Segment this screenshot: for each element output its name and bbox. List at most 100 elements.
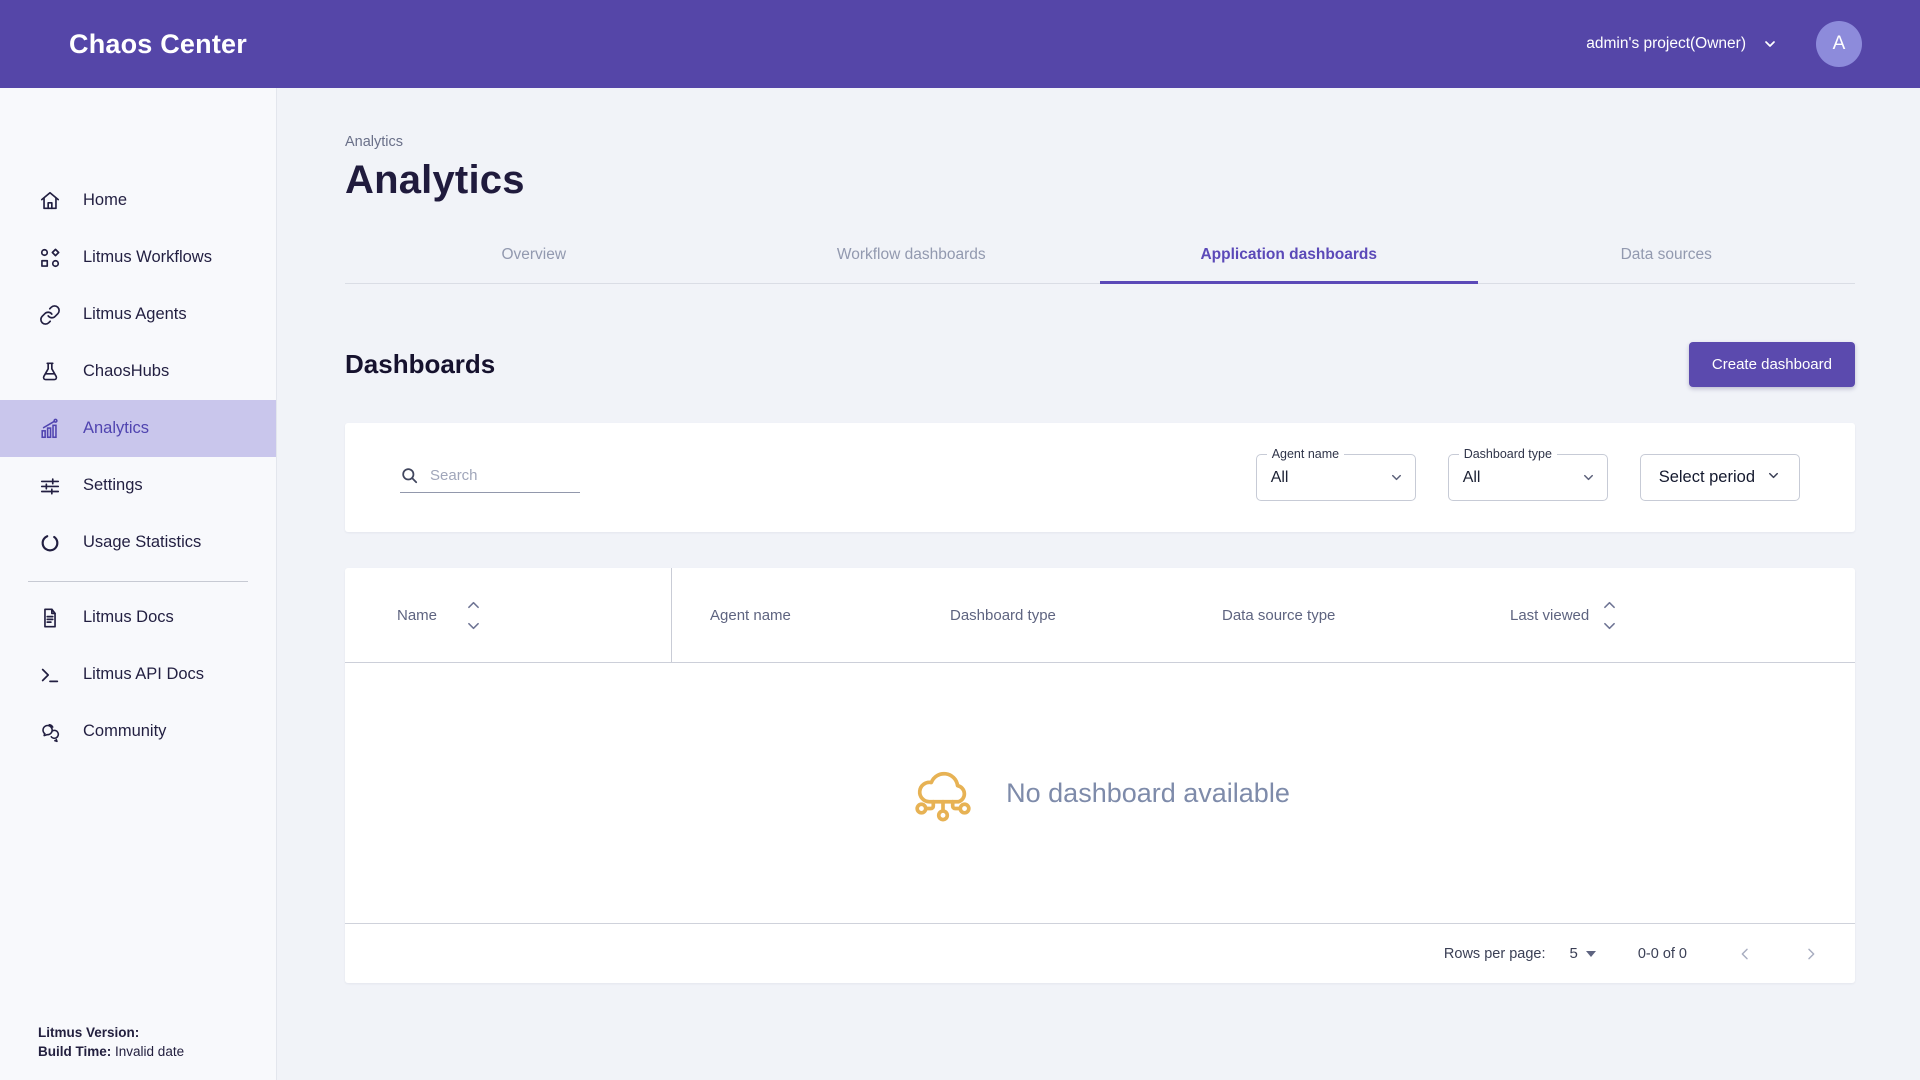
sort-descending-icon[interactable] xyxy=(1603,622,1616,630)
sliders-icon xyxy=(38,474,62,498)
column-label: Dashboard type xyxy=(950,607,1056,624)
sidebar-item-usage-statistics[interactable]: Usage Statistics xyxy=(0,514,276,571)
sort-ascending-icon[interactable] xyxy=(467,601,480,609)
search-icon xyxy=(400,466,419,490)
sort-descending-icon[interactable] xyxy=(467,622,480,630)
rows-per-page-select[interactable]: 5 xyxy=(1569,945,1595,962)
sidebar-item-label: Community xyxy=(83,722,166,741)
sidebar-item-label: Analytics xyxy=(83,419,149,438)
create-dashboard-button[interactable]: Create dashboard xyxy=(1689,342,1855,387)
build-time-label: Build Time: xyxy=(38,1044,111,1059)
analytics-chart-icon xyxy=(38,417,62,441)
sidebar-item-analytics[interactable]: Analytics xyxy=(0,400,276,457)
document-icon xyxy=(38,606,62,630)
tab-application-dashboards[interactable]: Application dashboards xyxy=(1100,229,1478,283)
version-info: Litmus Version: Build Time: Invalid date xyxy=(38,1023,184,1062)
main-content: Analytics Analytics Overview Workflow da… xyxy=(277,88,1920,1080)
page-title: Analytics xyxy=(345,158,1855,203)
agent-name-select-label: Agent name xyxy=(1267,447,1344,461)
next-page-button[interactable] xyxy=(1797,940,1825,968)
agent-name-select[interactable]: Agent name All xyxy=(1256,454,1416,501)
previous-page-button[interactable] xyxy=(1731,940,1759,968)
app-title: Chaos Center xyxy=(69,29,247,60)
sidebar-item-label: Litmus Agents xyxy=(83,305,187,324)
chevron-left-icon xyxy=(1737,946,1753,962)
rows-per-page-value: 5 xyxy=(1569,945,1577,962)
select-period-label: Select period xyxy=(1659,468,1755,487)
empty-state: No dashboard available xyxy=(345,663,1855,923)
chevron-right-icon xyxy=(1803,946,1819,962)
sort-control xyxy=(1603,601,1616,630)
sidebar-nav: Home Litmus Workflows Litmus Agents Chao… xyxy=(0,88,276,760)
caret-down-icon xyxy=(1586,951,1596,957)
avatar-initial: A xyxy=(1833,33,1846,55)
project-selector[interactable]: admin's project(Owner) xyxy=(1586,35,1778,53)
sidebar-item-community[interactable]: Community xyxy=(0,703,276,760)
pagination-range: 0-0 of 0 xyxy=(1638,946,1687,962)
dashboard-type-select[interactable]: Dashboard type All xyxy=(1448,454,1608,501)
section-header: Dashboards Create dashboard xyxy=(345,342,1855,387)
dashboard-type-select-value: All xyxy=(1463,469,1481,487)
build-time-value: Invalid date xyxy=(115,1044,184,1059)
sidebar-item-home[interactable]: Home xyxy=(0,172,276,229)
sidebar: Home Litmus Workflows Litmus Agents Chao… xyxy=(0,88,277,1080)
avatar[interactable]: A xyxy=(1816,21,1862,67)
table-header-row: Name Agent name Dashboard type Data sour… xyxy=(345,568,1855,663)
sidebar-item-litmus-agents[interactable]: Litmus Agents xyxy=(0,286,276,343)
dashboards-table: Name Agent name Dashboard type Data sour… xyxy=(345,568,1855,983)
tab-bar: Overview Workflow dashboards Application… xyxy=(345,229,1855,284)
column-header-data-source-type: Data source type xyxy=(1182,568,1472,662)
cloud-network-icon xyxy=(910,762,976,824)
sidebar-item-label: Litmus API Docs xyxy=(83,665,204,684)
flask-icon xyxy=(38,360,62,384)
chat-bubbles-icon xyxy=(38,720,62,744)
topbar-right: admin's project(Owner) A xyxy=(1586,21,1862,67)
chevron-down-icon xyxy=(1581,470,1596,485)
search-field xyxy=(400,462,580,493)
usage-circle-icon xyxy=(38,531,62,555)
column-header-name: Name xyxy=(345,568,672,662)
filter-controls: Agent name All Dashboard type All Select… xyxy=(1256,454,1800,501)
empty-state-message: No dashboard available xyxy=(1006,778,1290,809)
dashboard-type-select-label: Dashboard type xyxy=(1459,447,1557,461)
sidebar-item-label: Usage Statistics xyxy=(83,533,201,552)
tab-workflow-dashboards[interactable]: Workflow dashboards xyxy=(723,229,1101,283)
column-header-last-viewed: Last viewed xyxy=(1472,568,1616,662)
litmus-version-label: Litmus Version: xyxy=(38,1025,139,1040)
column-label: Agent name xyxy=(710,607,791,624)
column-label: Last viewed xyxy=(1510,607,1589,624)
breadcrumb: Analytics xyxy=(345,134,1855,150)
column-label: Data source type xyxy=(1222,607,1335,624)
tab-overview[interactable]: Overview xyxy=(345,229,723,283)
sidebar-item-litmus-workflows[interactable]: Litmus Workflows xyxy=(0,229,276,286)
chevron-down-icon xyxy=(1762,36,1778,52)
sidebar-divider xyxy=(28,581,248,582)
sidebar-item-label: Litmus Workflows xyxy=(83,248,212,267)
top-bar: Chaos Center admin's project(Owner) A xyxy=(0,0,1920,88)
home-icon xyxy=(38,189,62,213)
link-icon xyxy=(38,303,62,327)
sidebar-item-label: Litmus Docs xyxy=(83,608,174,627)
sort-control xyxy=(467,601,480,630)
dashboards-heading: Dashboards xyxy=(345,349,495,380)
sidebar-item-litmus-docs[interactable]: Litmus Docs xyxy=(0,589,276,646)
sidebar-item-label: ChaosHubs xyxy=(83,362,169,381)
column-label: Name xyxy=(397,607,437,624)
terminal-icon xyxy=(38,663,62,687)
rows-per-page-label: Rows per page: xyxy=(1444,946,1546,962)
sort-ascending-icon[interactable] xyxy=(1603,601,1616,609)
sidebar-item-label: Home xyxy=(83,191,127,210)
filter-bar: Agent name All Dashboard type All Select… xyxy=(345,423,1855,532)
chevron-down-icon xyxy=(1389,470,1404,485)
search-input[interactable] xyxy=(400,462,580,493)
column-header-dashboard-type: Dashboard type xyxy=(912,568,1182,662)
sidebar-item-litmus-api-docs[interactable]: Litmus API Docs xyxy=(0,646,276,703)
agent-name-select-value: All xyxy=(1271,469,1289,487)
chevron-down-icon xyxy=(1766,468,1781,488)
select-period-button[interactable]: Select period xyxy=(1640,454,1800,501)
sidebar-item-chaoshubs[interactable]: ChaosHubs xyxy=(0,343,276,400)
pagination-bar: Rows per page: 5 0-0 of 0 xyxy=(345,923,1855,983)
sidebar-item-settings[interactable]: Settings xyxy=(0,457,276,514)
sidebar-item-label: Settings xyxy=(83,476,143,495)
tab-data-sources[interactable]: Data sources xyxy=(1478,229,1856,283)
